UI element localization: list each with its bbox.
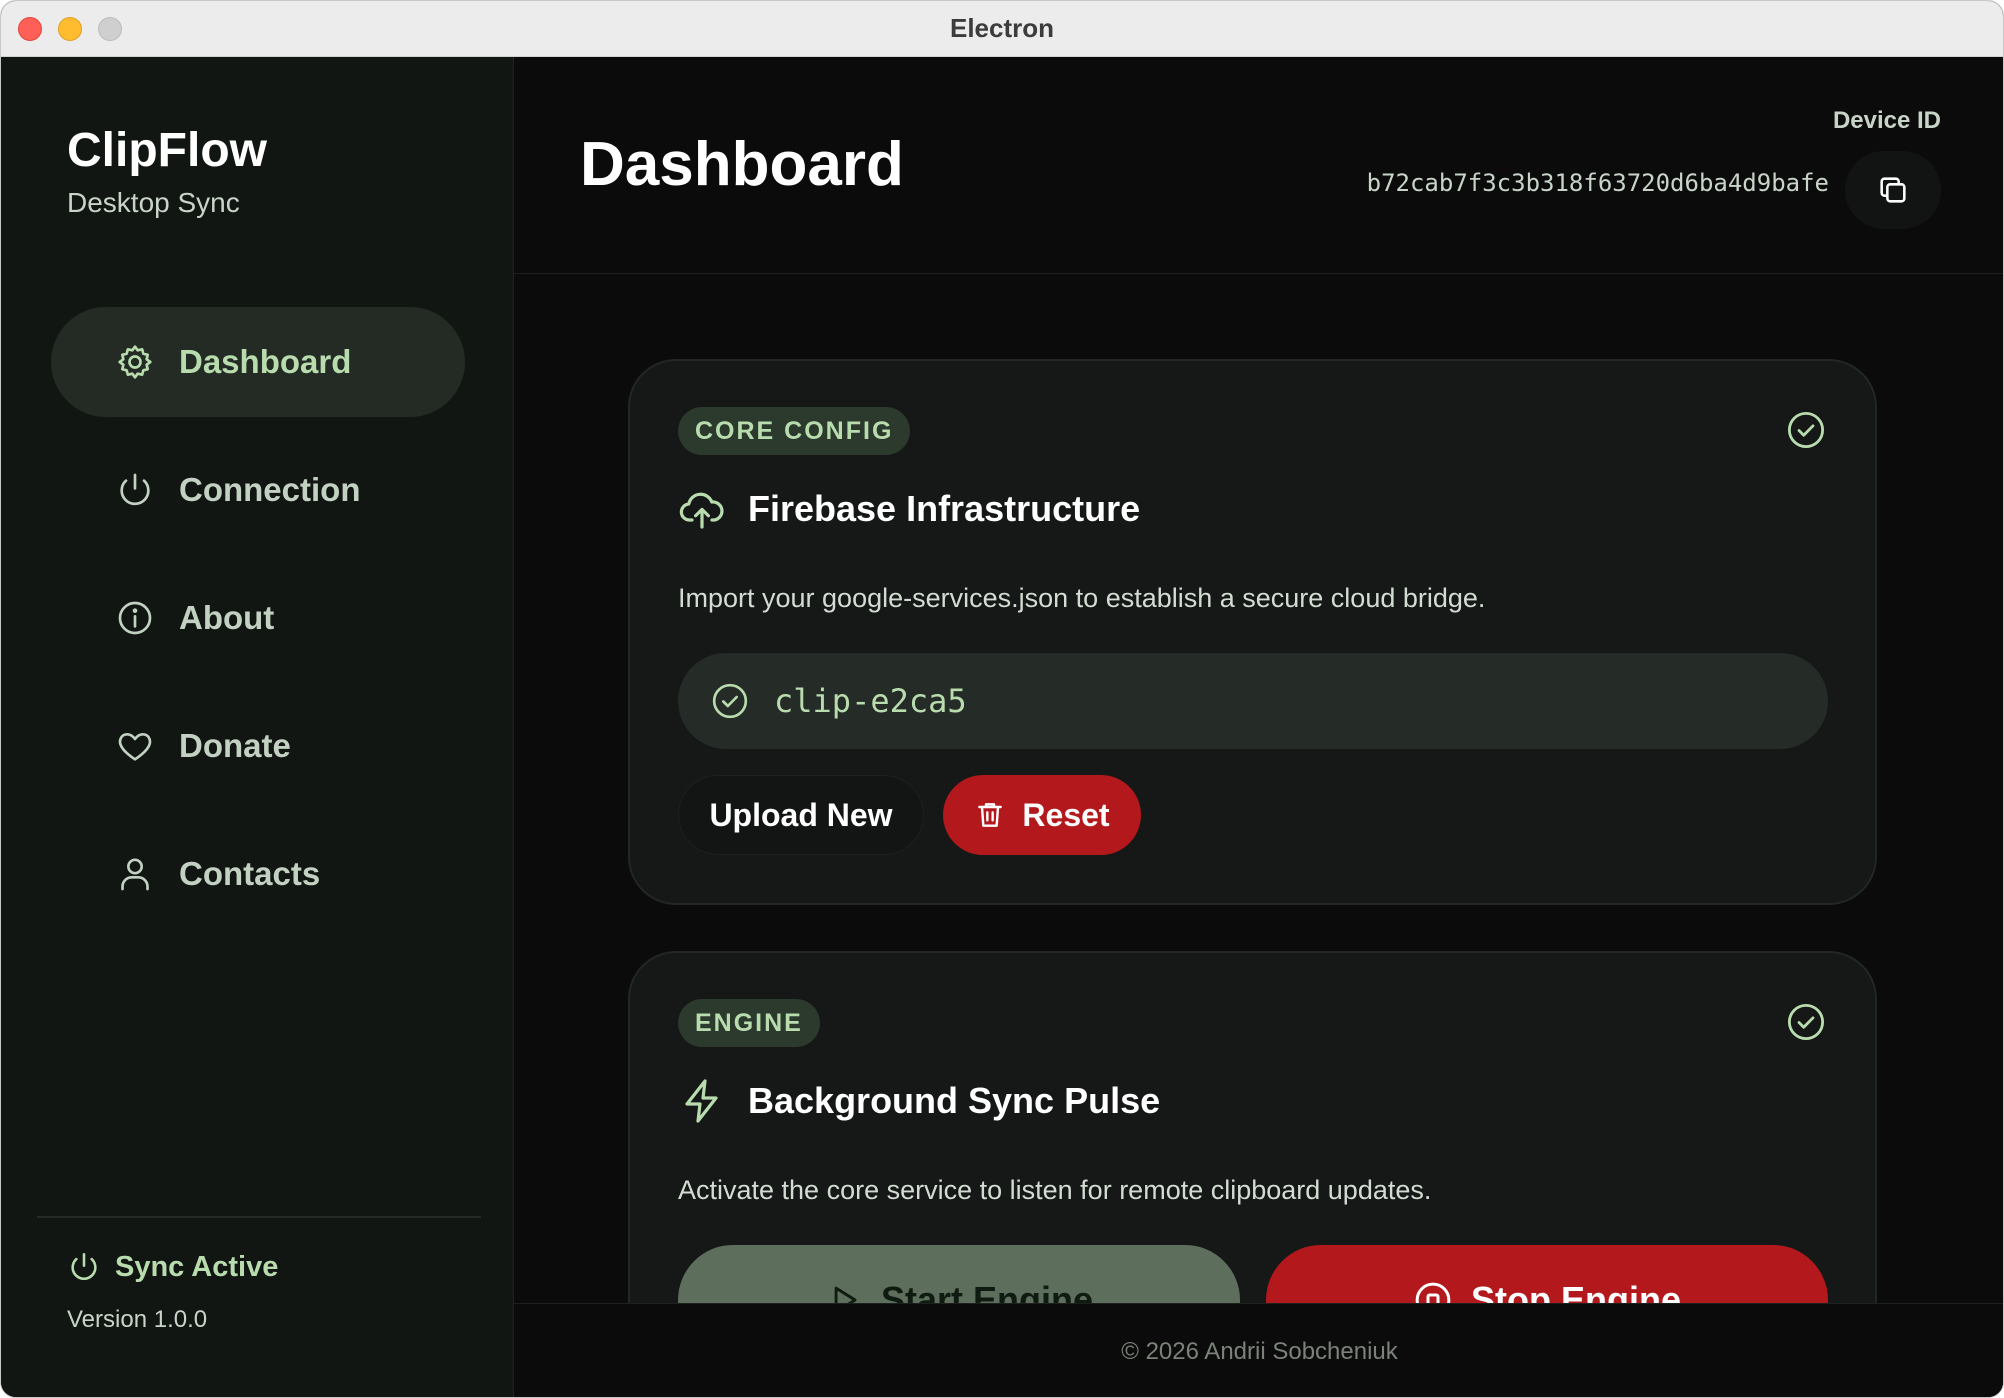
page-header: Dashboard Device ID b72cab7f3c3b318f6372… xyxy=(514,57,2003,274)
trash-icon xyxy=(978,803,1003,827)
check-circle-icon xyxy=(1787,411,1825,449)
footer: © 2026 Andrii Sobcheniuk xyxy=(514,1303,2003,1397)
sidebar-item-label: Donate xyxy=(179,727,291,764)
title-bar: Electron xyxy=(1,1,2003,57)
scroll-area[interactable]: CORE CONFIG Firebase Infrastructure Impo… xyxy=(514,275,2003,1303)
card-description: Import your google-services.json to esta… xyxy=(678,583,1486,613)
stop-circle-icon xyxy=(1415,1282,1451,1303)
sidebar-item-label: Connection xyxy=(179,471,361,508)
check-circle-icon xyxy=(1787,1003,1825,1041)
sidebar-item-dashboard[interactable]: Dashboard xyxy=(51,307,465,417)
card-title-text: Background Sync Pulse xyxy=(748,1080,1161,1121)
stop-engine-label: Stop Engine xyxy=(1471,1279,1681,1303)
app-window: Electron ClipFlow Desktop Sync Dashboard… xyxy=(0,0,2004,1398)
check-circle-icon xyxy=(712,683,748,719)
copyright-text: © 2026 Andrii Sobcheniuk xyxy=(1121,1337,1398,1365)
user-icon xyxy=(115,854,155,894)
upload-new-button[interactable]: Upload New xyxy=(678,775,924,855)
engine-card: ENGINE Background Sync Pulse Activate th… xyxy=(628,951,1877,1303)
power-icon xyxy=(115,470,155,510)
section-badge: CORE CONFIG xyxy=(678,407,911,455)
copy-device-id-button[interactable] xyxy=(1845,151,1941,229)
core-config-card: CORE CONFIG Firebase Infrastructure Impo… xyxy=(628,359,1877,905)
start-engine-button[interactable]: Start Engine xyxy=(678,1245,1240,1303)
sidebar-item-connection[interactable]: Connection xyxy=(51,435,465,545)
sync-status-label: Sync Active xyxy=(115,1250,279,1283)
info-icon xyxy=(115,598,155,638)
brand-name: ClipFlow xyxy=(67,124,267,177)
main-content: Dashboard Device ID b72cab7f3c3b318f6372… xyxy=(514,57,2003,1397)
heart-icon xyxy=(115,726,155,766)
sidebar: ClipFlow Desktop Sync Dashboard Connecti… xyxy=(1,57,514,1397)
start-engine-label: Start Engine xyxy=(880,1279,1094,1303)
stop-engine-button[interactable]: Stop Engine xyxy=(1266,1245,1828,1303)
project-id-field: clip-e2ca5 xyxy=(678,653,1828,749)
sidebar-divider xyxy=(37,1216,481,1218)
copy-icon xyxy=(1880,177,1906,203)
upload-new-label: Upload New xyxy=(709,796,893,833)
sidebar-item-about[interactable]: About xyxy=(51,563,465,673)
app-version: Version 1.0.0 xyxy=(67,1306,208,1333)
sync-status: Sync Active xyxy=(67,1250,278,1284)
sidebar-item-contacts[interactable]: Contacts xyxy=(51,819,465,929)
sidebar-item-donate[interactable]: Donate xyxy=(51,691,465,801)
card-title: Background Sync Pulse xyxy=(678,1077,1160,1125)
brand-subtitle: Desktop Sync xyxy=(67,187,240,218)
device-id-value: b72cab7f3c3b318f63720d6ba4d9bafe xyxy=(1366,169,1829,197)
card-title: Firebase Infrastructure xyxy=(678,485,1140,533)
cloud-upload-icon xyxy=(679,492,724,529)
reset-label: Reset xyxy=(1022,796,1110,833)
device-id-label: Device ID xyxy=(1832,107,1941,134)
window-title: Electron xyxy=(949,13,1055,43)
page-title: Dashboard xyxy=(580,130,904,199)
card-title-text: Firebase Infrastructure xyxy=(748,488,1141,529)
sidebar-item-label: Contacts xyxy=(179,855,321,892)
sidebar-item-label: About xyxy=(179,599,275,636)
lightning-icon xyxy=(685,1079,718,1123)
card-description: Activate the core service to listen for … xyxy=(678,1175,1432,1205)
gear-icon xyxy=(115,342,155,382)
play-icon xyxy=(834,1286,857,1303)
power-icon xyxy=(71,1252,97,1281)
project-id-value: clip-e2ca5 xyxy=(774,682,967,720)
reset-button[interactable]: Reset xyxy=(943,775,1141,855)
section-badge: ENGINE xyxy=(678,999,820,1047)
sidebar-item-label: Dashboard xyxy=(179,343,352,380)
